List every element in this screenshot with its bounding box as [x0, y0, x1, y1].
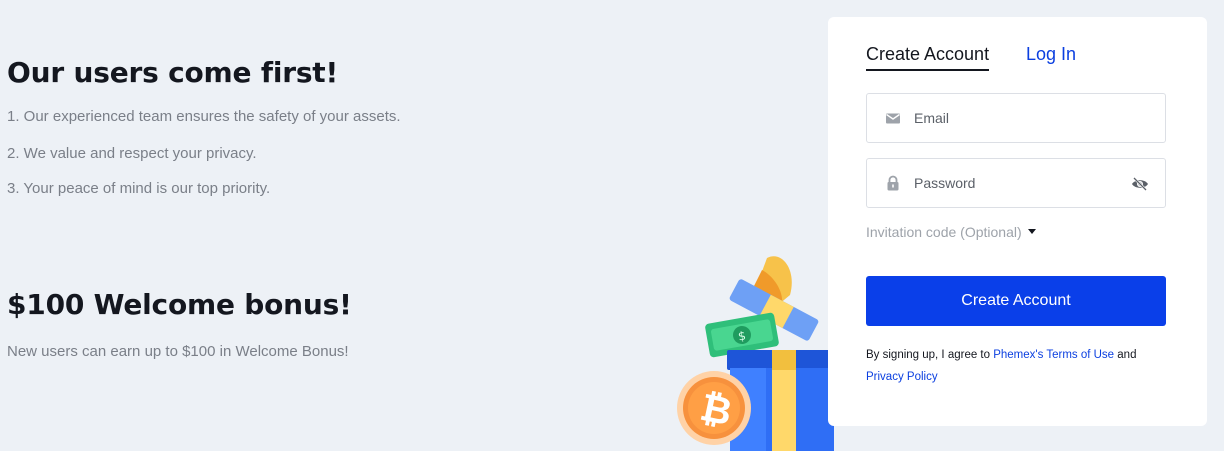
- caret-down-icon: [1027, 228, 1036, 234]
- envelope-icon: [886, 113, 900, 124]
- password-field-wrapper: [866, 158, 1166, 208]
- gift-box-illustration: $ ₿: [677, 256, 837, 451]
- terms-of-use-link[interactable]: Phemex's Terms of Use: [993, 349, 1114, 361]
- create-account-button[interactable]: Create Account: [866, 276, 1166, 326]
- benefit-item-3: 3. Your peace of mind is our top priorit…: [7, 180, 271, 197]
- tab-log-in[interactable]: Log In: [1026, 44, 1076, 65]
- bonus-headline: $100 Welcome bonus!: [7, 288, 352, 321]
- bonus-description: New users can earn up to $100 in Welcome…: [7, 343, 349, 360]
- invitation-code-label: Invitation code (Optional): [866, 224, 1022, 240]
- invitation-code-toggle[interactable]: Invitation code (Optional): [866, 224, 1036, 240]
- signup-card: Create Account Log In Invitation code (O…: [828, 17, 1207, 426]
- terms-middle: and: [1114, 349, 1137, 361]
- page-headline: Our users come first!: [7, 56, 339, 89]
- tab-create-account[interactable]: Create Account: [866, 44, 990, 71]
- email-input[interactable]: [914, 94, 1114, 142]
- terms-prefix: By signing up, I agree to: [866, 349, 994, 361]
- email-field-wrapper: [866, 93, 1166, 143]
- password-input[interactable]: [914, 159, 1114, 207]
- benefit-item-2: 2. We value and respect your privacy.: [7, 145, 257, 162]
- lock-icon: [887, 175, 899, 191]
- privacy-policy-link[interactable]: Privacy Policy: [866, 371, 938, 383]
- terms-notice: By signing up, I agree to Phemex's Terms…: [866, 344, 1166, 388]
- benefit-item-1: 1. Our experienced team ensures the safe…: [7, 108, 401, 125]
- eye-slash-icon[interactable]: [1131, 176, 1149, 192]
